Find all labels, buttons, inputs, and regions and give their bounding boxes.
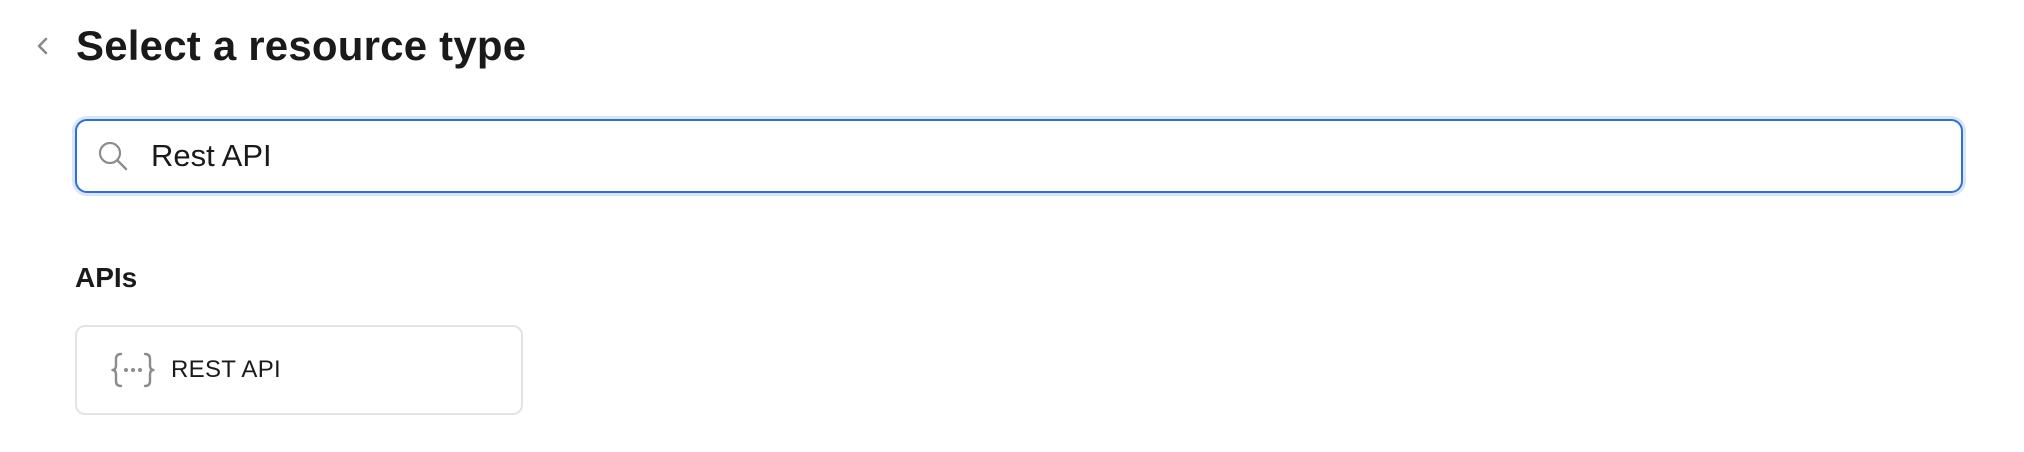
header: Select a resource type — [28, 14, 526, 78]
chevron-left-icon — [37, 37, 48, 55]
search-icon — [95, 138, 131, 174]
page: Select a resource type APIs REST API — [0, 0, 2024, 452]
section-heading-apis: APIs — [75, 262, 138, 293]
resource-card-rest-api[interactable]: REST API — [75, 325, 523, 415]
search-input[interactable] — [151, 131, 1931, 181]
curly-braces-icon — [111, 350, 155, 390]
page-title: Select a resource type — [76, 22, 527, 69]
search-field[interactable] — [75, 119, 1963, 193]
resource-card-label: REST API — [171, 356, 282, 383]
back-button[interactable] — [28, 26, 58, 66]
